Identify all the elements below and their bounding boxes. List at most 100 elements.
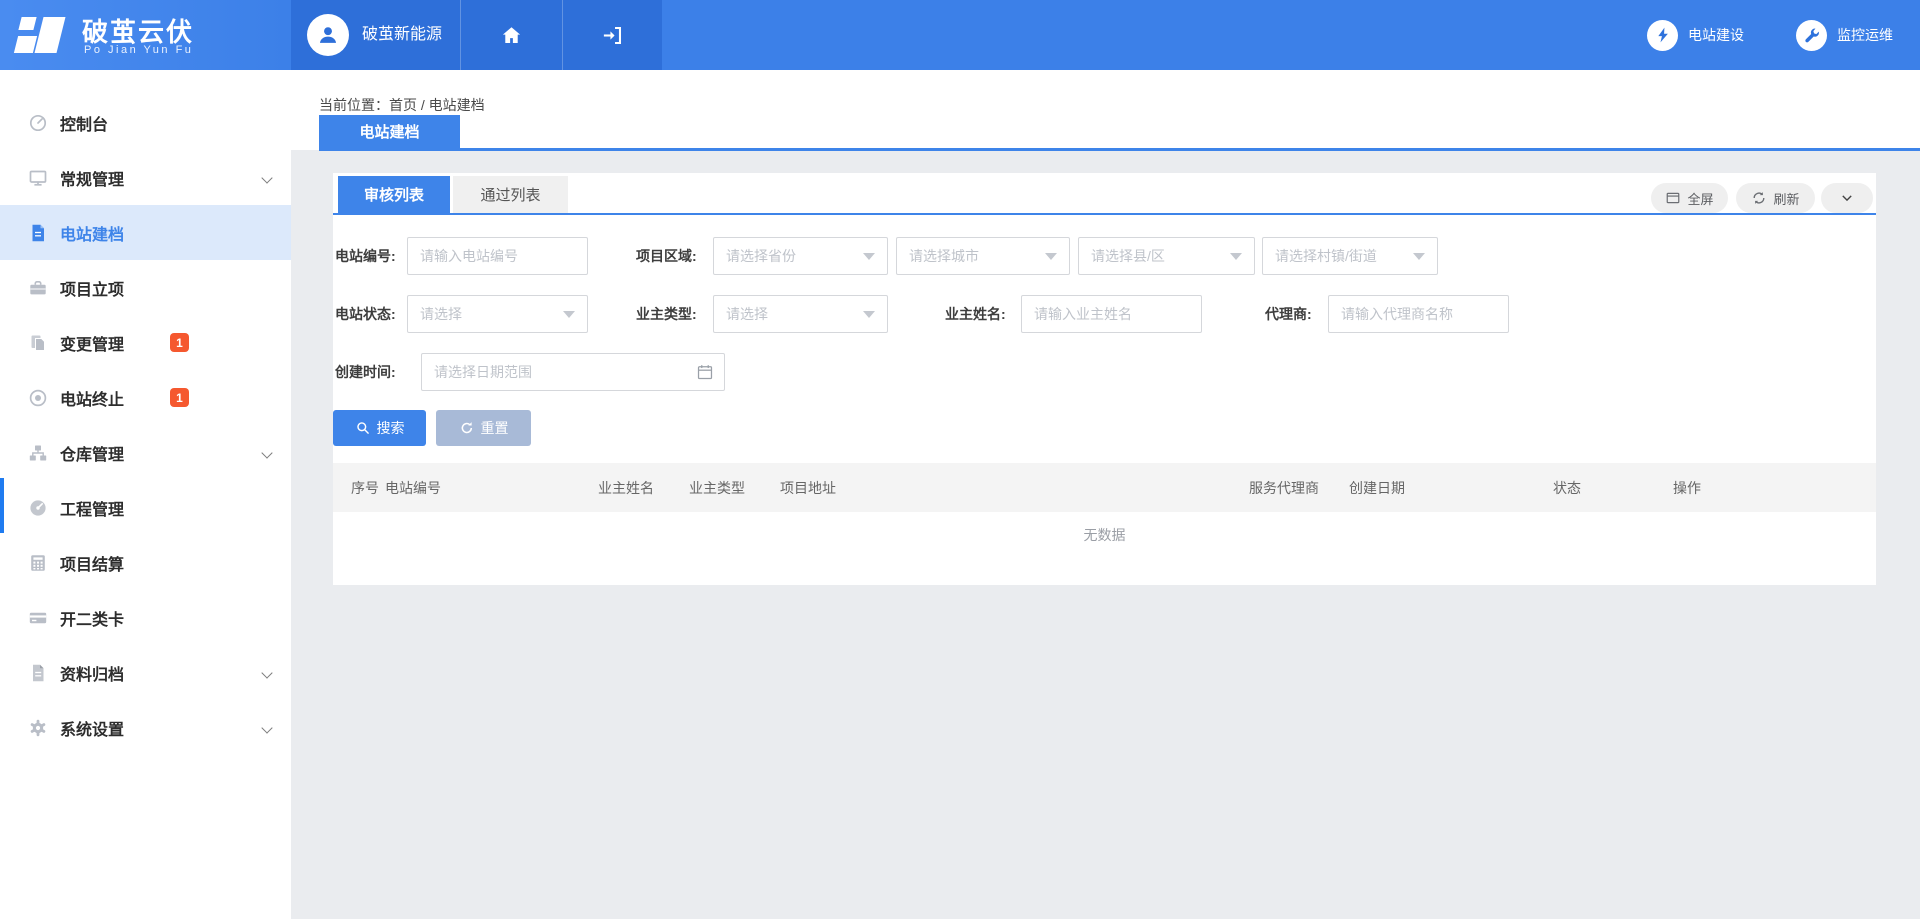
owner-type-select[interactable]: 请选择 (713, 295, 888, 333)
tab-review-list[interactable]: 审核列表 (338, 176, 450, 213)
col-status: 状态 (1553, 478, 1673, 498)
table-header: 序号 电站编号 业主姓名 业主类型 项目地址 服务代理商 创建日期 状态 操作 (333, 463, 1876, 512)
owner-type-value: 请选择 (726, 304, 768, 324)
chevron-down-icon (261, 667, 272, 678)
fullscreen-button[interactable]: 全屏 (1651, 183, 1728, 213)
breadcrumb-strip: 当前位置：首页 / 电站建档 (291, 70, 1920, 150)
fullscreen-label: 全屏 (1687, 189, 1713, 208)
sidebar-item-general-mgmt[interactable]: 常规管理 (0, 150, 291, 205)
nav-monitor-ops-label: 监控运维 (1837, 25, 1893, 45)
caret-down-icon (1230, 253, 1242, 260)
station-no-input[interactable] (408, 238, 587, 274)
caret-down-icon (863, 253, 875, 260)
logout-button[interactable] (562, 0, 662, 70)
sidebar-item-engineering-mgmt[interactable]: 工程管理 (0, 480, 291, 535)
sidebar-item-warehouse-mgmt[interactable]: 仓库管理 (0, 425, 291, 480)
owner-name-input[interactable] (1022, 296, 1201, 332)
date-range-input[interactable] (422, 354, 696, 390)
province-select[interactable]: 请选择省份 (713, 237, 888, 275)
town-select[interactable]: 请选择村镇/街道 (1262, 237, 1438, 275)
monitor-icon (28, 168, 48, 188)
reset-icon (459, 420, 475, 436)
breadcrumb-current: 电站建档 (429, 97, 485, 113)
region-label: 项目区域: (636, 237, 697, 275)
sidebar-item-change-mgmt[interactable]: 变更管理 1 (0, 315, 291, 370)
lightning-icon (1647, 20, 1678, 51)
topbar: 破茧新能源 电站建设 监控运维 (291, 0, 1920, 70)
gear-icon (28, 718, 48, 738)
col-station-no: 电站编号 (385, 478, 598, 498)
breadcrumb-label: 当前位置： (319, 97, 389, 113)
topbar-user-section: 破茧新能源 (291, 0, 662, 70)
fullscreen-icon (1665, 190, 1681, 206)
col-owner-name: 业主姓名 (598, 478, 689, 498)
col-owner-type: 业主类型 (689, 478, 780, 498)
sidebar-item-console[interactable]: 控制台 (0, 95, 291, 150)
gauge-icon (28, 113, 48, 133)
sitemap-icon (28, 443, 48, 463)
user-name[interactable]: 破茧新能源 (362, 0, 442, 70)
sidebar-item-open-type2-card[interactable]: 开二类卡 (0, 590, 291, 645)
caret-down-icon (563, 311, 575, 318)
sidebar-item-label: 系统设置 (60, 716, 124, 740)
reset-button[interactable]: 重置 (436, 410, 531, 446)
target-icon (28, 388, 48, 408)
sidebar-item-label: 仓库管理 (60, 441, 124, 465)
page-tab-station-filing[interactable]: 电站建档 (319, 115, 460, 148)
owner-name-label: 业主姓名: (945, 295, 1006, 333)
bank-card-icon (28, 608, 48, 628)
sidebar-item-station-termination[interactable]: 电站终止 1 (0, 370, 291, 425)
sidebar-item-label: 常规管理 (60, 166, 124, 190)
col-created-date: 创建日期 (1349, 478, 1553, 498)
user-avatar[interactable] (307, 14, 349, 56)
search-button[interactable]: 搜索 (333, 410, 426, 446)
date-range-field[interactable] (421, 353, 725, 391)
chevron-down-icon (261, 447, 272, 458)
nav-monitor-ops[interactable]: 监控运维 (1796, 0, 1893, 70)
refresh-icon (1751, 190, 1767, 206)
sidebar-item-system-settings[interactable]: 系统设置 (0, 700, 291, 755)
sidebar-item-project-initiation[interactable]: 项目立项 (0, 260, 291, 315)
refresh-button[interactable]: 刷新 (1736, 183, 1815, 213)
caret-down-icon (863, 311, 875, 318)
agent-input[interactable] (1329, 296, 1508, 332)
caret-down-icon (1045, 253, 1057, 260)
owner-name-field[interactable] (1021, 295, 1202, 333)
home-icon (500, 24, 523, 47)
calendar-icon (696, 363, 714, 381)
col-seq: 序号 (333, 478, 385, 498)
agent-field[interactable] (1328, 295, 1509, 333)
file-icon (28, 663, 48, 683)
station-status-value: 请选择 (420, 304, 462, 324)
station-status-select[interactable]: 请选择 (407, 295, 588, 333)
sidebar-item-data-archive[interactable]: 资料归档 (0, 645, 291, 700)
brand-logo-area: 破茧云伏 Po Jian Yun Fu (0, 0, 291, 70)
chevron-down-icon (1840, 191, 1854, 205)
sidebar-item-label: 电站建档 (60, 221, 124, 245)
nav-station-build-label: 电站建设 (1688, 25, 1744, 45)
agent-label: 代理商: (1265, 295, 1312, 333)
sidebar: 控制台 常规管理 电站建档 项目立项 变更管理 (0, 70, 291, 919)
sidebar-item-project-settlement[interactable]: 项目结算 (0, 535, 291, 590)
station-status-label: 电站状态: (335, 295, 396, 333)
breadcrumb-home-link[interactable]: 首页 (389, 97, 417, 113)
city-select[interactable]: 请选择城市 (896, 237, 1070, 275)
breadcrumb: 当前位置：首页 / 电站建档 (319, 95, 485, 115)
copy-icon (28, 333, 48, 353)
collapse-button[interactable] (1821, 183, 1873, 213)
user-icon (316, 23, 340, 47)
home-button[interactable] (460, 0, 562, 70)
tab-passed-list[interactable]: 通过列表 (453, 176, 568, 213)
sidebar-item-label: 电站终止 (60, 386, 124, 410)
chevron-down-icon (261, 722, 272, 733)
station-no-field[interactable] (407, 237, 588, 275)
sidebar-item-label: 项目结算 (60, 551, 124, 575)
sidebar-item-station-filing[interactable]: 电站建档 (0, 205, 291, 260)
county-select[interactable]: 请选择县/区 (1078, 237, 1255, 275)
town-select-value: 请选择村镇/街道 (1275, 246, 1377, 266)
nav-station-build[interactable]: 电站建设 (1647, 0, 1744, 70)
brand-subtitle: Po Jian Yun Fu (84, 44, 193, 56)
col-service-agent: 服务代理商 (1249, 478, 1349, 498)
sidebar-item-label: 项目立项 (60, 276, 124, 300)
sidebar-item-label: 开二类卡 (60, 606, 124, 630)
